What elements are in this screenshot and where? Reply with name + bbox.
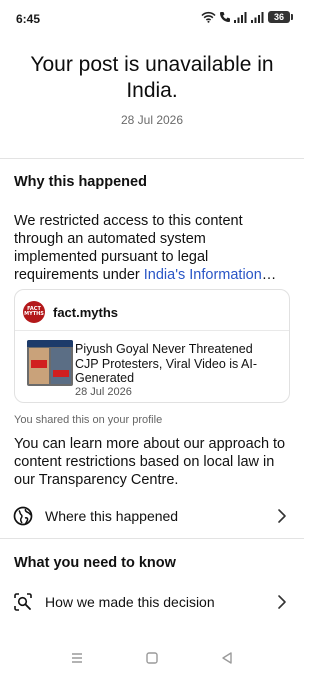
- post-card-header: FACT MYTHS fact.myths: [23, 300, 281, 324]
- divider: [0, 538, 304, 539]
- post-title: Piyush Goyal Never Threatened CJP Protes…: [75, 342, 258, 385]
- card-divider: [15, 330, 289, 331]
- battery-icon: 36: [268, 11, 293, 23]
- know-heading: What you need to know: [14, 555, 176, 571]
- wifi-icon: [201, 11, 216, 23]
- home-icon[interactable]: [145, 651, 159, 665]
- scan-search-icon: [14, 593, 32, 611]
- how-we-made-this-decision-row[interactable]: How we made this decision: [0, 584, 304, 620]
- divider: [0, 158, 304, 159]
- post-date: 28 Jul 2026: [75, 386, 132, 398]
- recents-icon[interactable]: [70, 651, 84, 665]
- status-bar: 6:45 36: [0, 0, 304, 36]
- how-label: How we made this decision: [45, 594, 215, 610]
- avatar-logo-text: FACT MYTHS: [24, 306, 44, 317]
- status-time: 6:45: [16, 12, 41, 26]
- why-heading: Why this happened: [14, 174, 147, 190]
- chevron-right-icon: [278, 509, 286, 523]
- status-icons: 36: [201, 11, 293, 23]
- shared-note: You shared this on your profile: [14, 414, 163, 426]
- post-card[interactable]: FACT MYTHS fact.myths Piyush Goyal Never…: [14, 289, 290, 403]
- chevron-right-icon: [278, 595, 286, 609]
- signal-icon: [234, 11, 247, 23]
- navigation-bar: [0, 639, 304, 679]
- account-name[interactable]: fact.myths: [53, 305, 118, 320]
- page-title: Your post is unavailable in India.: [30, 53, 274, 102]
- learn-more-text: You can learn more about our approach to…: [14, 436, 286, 488]
- signal-icon: [251, 11, 264, 23]
- call-icon: [220, 12, 230, 22]
- back-icon[interactable]: [220, 651, 234, 665]
- avatar[interactable]: FACT MYTHS: [23, 301, 45, 323]
- where-label: Where this happened: [45, 508, 179, 524]
- post-thumbnail: [27, 340, 73, 386]
- globe-icon: [13, 506, 33, 526]
- why-text: We restricted access to this content thr…: [14, 212, 292, 284]
- notice-date: 28 Jul 2026: [120, 113, 184, 127]
- where-this-happened-row[interactable]: Where this happened: [0, 498, 304, 534]
